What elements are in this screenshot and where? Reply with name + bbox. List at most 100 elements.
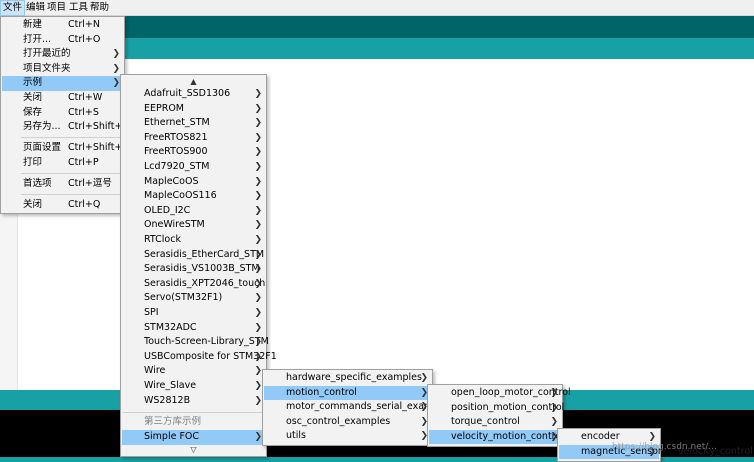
example-item[interactable]: OneWireSTM ❯: [122, 218, 265, 233]
chevron-right-icon: ❯: [254, 395, 262, 406]
menu-help[interactable]: 帮助: [88, 0, 111, 16]
motion-velocity-item[interactable]: velocity_motion_control ❯: [429, 429, 564, 445]
file-page-setup-item[interactable]: 页面设置 Ctrl+Shift+P: [2, 141, 128, 156]
simplefoc-motor-commands-item[interactable]: motor_commands_serial_examples ❯: [264, 400, 453, 415]
chevron-right-icon: ❯: [254, 381, 262, 391]
menu-sketch[interactable]: 项目: [45, 0, 68, 16]
example-item[interactable]: MapleCoOS ❯: [122, 175, 265, 190]
example-item[interactable]: FreeRTOS900 ❯: [122, 145, 265, 160]
example-item[interactable]: OLED_I2C ❯: [122, 204, 265, 219]
menu-item-label: 示例: [23, 77, 43, 89]
example-simple-foc[interactable]: Simple FOC ❯: [122, 430, 265, 445]
chevron-right-icon: ❯: [254, 337, 262, 348]
menu-item-shortcut: Ctrl+Q: [68, 199, 101, 210]
menu-item-label: position_motion_control: [451, 401, 565, 413]
menu-item-shortcut: Ctrl+逗号: [68, 178, 112, 189]
chevron-right-icon: ❯: [254, 103, 262, 114]
motion-open-loop-item[interactable]: open_loop_motor_control ❯: [429, 386, 571, 401]
menu-item-label: FreeRTOS821: [144, 131, 208, 143]
file-new-item[interactable]: 新建 Ctrl+N: [2, 18, 123, 33]
simplefoc-utils-item[interactable]: utils ❯: [264, 429, 431, 444]
menu-separator: [21, 194, 122, 195]
file-menu: 新建 Ctrl+N 打开... Ctrl+O 打开最近的 ❯ 项目文件夹 ❯ 示…: [0, 16, 128, 214]
chevron-right-icon: ❯: [254, 432, 262, 442]
example-item[interactable]: Serasidis_EtherCard_STM ❯: [122, 248, 265, 263]
chevron-right-icon: ❯: [254, 147, 262, 158]
file-quit-item[interactable]: 关闭 Ctrl+Q: [2, 198, 123, 213]
file-close-item[interactable]: 关闭 Ctrl+W: [2, 91, 123, 106]
menu-item-label: 项目文件夹: [23, 62, 71, 74]
example-item[interactable]: STM32ADC ❯: [122, 321, 265, 336]
scroll-up-icon[interactable]: ▲: [121, 77, 266, 86]
simplefoc-motion-control-item[interactable]: motion_control ❯: [264, 385, 431, 401]
example-item[interactable]: Wire_Slave ❯: [122, 379, 265, 394]
scroll-down-icon[interactable]: ▽: [121, 445, 266, 454]
menu-item-label: OneWireSTM: [144, 219, 205, 231]
example-item[interactable]: Servo(STM32F1) ❯: [122, 291, 265, 306]
menu-item-label: MapleCoOS116: [144, 190, 217, 202]
chevron-right-icon: ❯: [254, 162, 262, 172]
menu-item-label: Servo(STM32F1): [144, 292, 223, 304]
example-item[interactable]: USBComposite for STM32F1 ❯: [122, 350, 277, 365]
menu-item-shortcut: Ctrl+O: [68, 33, 101, 45]
menu-item-label: 页面设置: [23, 142, 62, 153]
chevron-right-icon: ❯: [254, 322, 262, 333]
menu-item-label: OLED_I2C: [144, 204, 191, 216]
example-item[interactable]: Lcd7920_STM ❯: [122, 160, 265, 175]
menu-file[interactable]: 文件: [0, 0, 26, 16]
example-item[interactable]: Wire ❯: [122, 364, 265, 379]
example-item[interactable]: Serasidis_XPT2046_touch ❯: [122, 277, 265, 292]
example-item[interactable]: Adafruit_SSD1306 ❯: [122, 87, 265, 102]
chevron-right-icon: ❯: [254, 220, 262, 231]
menu-edit[interactable]: 编辑: [24, 0, 47, 16]
menu-item-label: MapleCoOS: [144, 175, 199, 187]
menu-separator: [21, 173, 122, 174]
example-item[interactable]: MapleCoOS116 ❯: [122, 189, 265, 204]
chevron-right-icon: ❯: [550, 388, 558, 398]
menu-item-shortcut: Ctrl+N: [68, 19, 100, 30]
example-item[interactable]: Touch-Screen-Library_STM ❯: [122, 335, 269, 350]
motion-position-item[interactable]: position_motion_control ❯: [429, 401, 565, 416]
chevron-right-icon: ❯: [254, 205, 262, 216]
example-item[interactable]: EEPROM ❯: [122, 102, 265, 117]
example-item[interactable]: Serasidis_VS1003B_STM ❯: [122, 262, 265, 277]
chevron-right-icon: ❯: [254, 191, 262, 202]
motion-torque-item[interactable]: torque_control ❯: [429, 415, 561, 430]
third-party-examples-header: 第三方库示例: [122, 415, 265, 430]
menu-item-label: Wire: [144, 365, 166, 377]
file-open-recent-item[interactable]: 打开最近的 ❯: [2, 47, 123, 62]
example-item[interactable]: SPI ❯: [122, 306, 265, 321]
chevron-right-icon: ❯: [254, 118, 262, 129]
example-item[interactable]: FreeRTOS821 ❯: [122, 131, 265, 146]
menu-item-label: Ethernet_STM: [144, 117, 210, 129]
menu-tools[interactable]: 工具: [67, 0, 90, 16]
file-sketchbook-item[interactable]: 项目文件夹 ❯: [2, 62, 123, 77]
chevron-right-icon: ❯: [254, 132, 262, 143]
chevron-right-icon: ❯: [254, 278, 262, 289]
file-examples-item[interactable]: 示例 ❯: [2, 76, 123, 91]
menu-separator: [21, 137, 122, 138]
menu-item-label: 打开最近的: [23, 48, 71, 60]
chevron-right-icon: ❯: [254, 249, 262, 260]
menu-item-shortcut: Ctrl+S: [68, 106, 99, 118]
file-print-item[interactable]: 打印 Ctrl+P: [2, 156, 123, 171]
chevron-right-icon: ❯: [254, 308, 262, 318]
menu-item-shortcut: Ctrl+P: [68, 156, 99, 168]
menu-item-label: Simple FOC: [144, 431, 200, 442]
file-save-item[interactable]: 保存 Ctrl+S: [2, 106, 123, 121]
example-item[interactable]: RTClock ❯: [122, 233, 265, 248]
chevron-right-icon: ❯: [254, 293, 262, 304]
simplefoc-hardware-specific-item[interactable]: hardware_specific_examples ❯: [264, 371, 431, 386]
menubar: 文件 编辑 项目 工具 帮助: [0, 0, 754, 16]
simplefoc-osc-control-item[interactable]: osc_control_examples ❯: [264, 415, 431, 430]
menu-item-label: RTClock: [144, 234, 181, 245]
file-open-item[interactable]: 打开... Ctrl+O: [2, 33, 123, 48]
chevron-right-icon: ❯: [550, 402, 558, 413]
file-save-as-item[interactable]: 另存为... Ctrl+Shift+S: [2, 120, 128, 135]
menu-item-label: 关闭: [23, 92, 43, 103]
example-item[interactable]: Ethernet_STM ❯: [122, 116, 265, 131]
menu-item-label: 打印: [23, 156, 43, 168]
file-preferences-item[interactable]: 首选项 Ctrl+逗号: [2, 177, 123, 192]
example-item[interactable]: WS2812B ❯: [122, 394, 265, 409]
menu-item-label: velocity_motion_control: [451, 430, 564, 442]
